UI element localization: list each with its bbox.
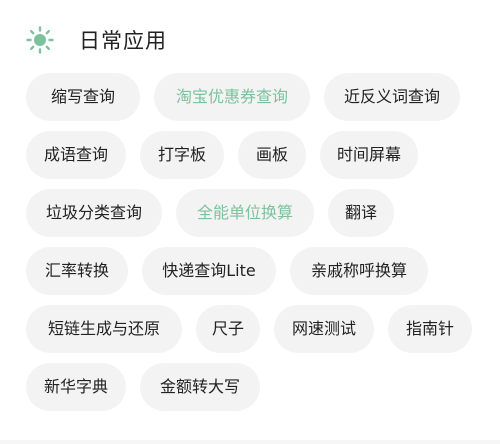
chip-ruler[interactable]: 尺子: [196, 305, 260, 353]
chip-row: 新华字典 金额转大写: [26, 363, 486, 411]
sun-icon: [26, 26, 54, 54]
chip-garbage-sorting-lookup[interactable]: 垃圾分类查询: [26, 189, 162, 237]
chip-row: 短链生成与还原 尺子 网速测试 指南针: [26, 305, 486, 353]
chip-time-screen[interactable]: 时间屏幕: [320, 131, 418, 179]
chip-compass[interactable]: 指南针: [388, 305, 472, 353]
section-header: 日常应用: [26, 26, 167, 54]
chip-taobao-coupon-lookup[interactable]: 淘宝优惠券查询: [154, 73, 310, 121]
chip-unit-converter[interactable]: 全能单位换算: [176, 189, 314, 237]
chip-abbreviation-lookup[interactable]: 缩写查询: [26, 73, 140, 121]
chip-idiom-lookup[interactable]: 成语查询: [26, 131, 126, 179]
chip-row: 汇率转换 快递查询Lite 亲戚称呼换算: [26, 247, 486, 295]
chip-express-tracking-lite[interactable]: 快递查询Lite: [142, 247, 276, 295]
chip-synonym-antonym-lookup[interactable]: 近反义词查询: [324, 73, 460, 121]
chip-speed-test[interactable]: 网速测试: [274, 305, 374, 353]
chip-typing-board[interactable]: 打字板: [140, 131, 224, 179]
chip-exchange-rate[interactable]: 汇率转换: [26, 247, 128, 295]
tool-chip-grid: 缩写查询 淘宝优惠券查询 近反义词查询 成语查询 打字板 画板 时间屏幕 垃圾分…: [26, 73, 486, 421]
chip-xinhua-dictionary[interactable]: 新华字典: [26, 363, 126, 411]
bottom-divider: [0, 440, 500, 444]
chip-short-link[interactable]: 短链生成与还原: [26, 305, 182, 353]
chip-translate[interactable]: 翻译: [328, 189, 394, 237]
chip-row: 垃圾分类查询 全能单位换算 翻译: [26, 189, 486, 237]
section-title: 日常应用: [79, 29, 167, 53]
chip-row: 成语查询 打字板 画板 时间屏幕: [26, 131, 486, 179]
chip-relative-title-calculator[interactable]: 亲戚称呼换算: [290, 247, 428, 295]
chip-amount-to-uppercase[interactable]: 金额转大写: [140, 363, 260, 411]
chip-row: 缩写查询 淘宝优惠券查询 近反义词查询: [26, 73, 486, 121]
chip-drawing-board[interactable]: 画板: [238, 131, 306, 179]
